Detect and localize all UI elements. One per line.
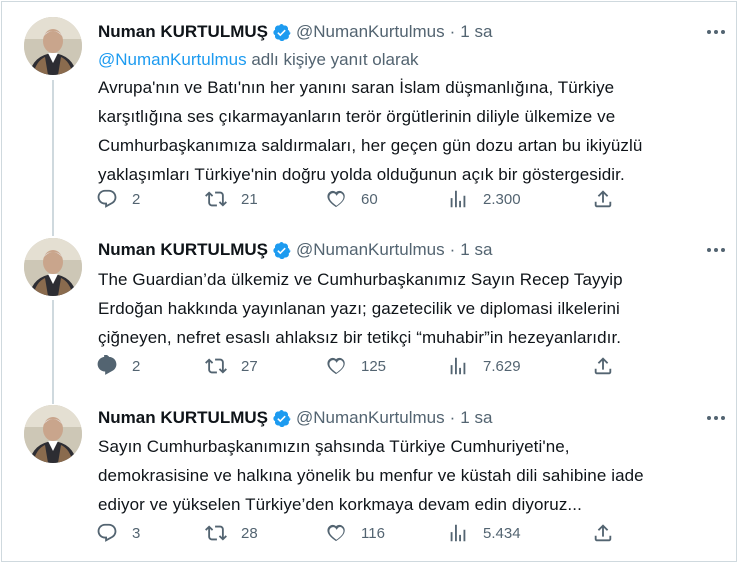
- reply-context-label: adlı kişiye yanıt olarak: [246, 50, 419, 69]
- like-count: 125: [361, 357, 387, 375]
- avatar[interactable]: [24, 238, 82, 296]
- reply-button[interactable]: 2: [96, 353, 140, 379]
- avatar[interactable]: [24, 405, 82, 463]
- retweet-icon: [205, 525, 227, 541]
- share-icon: [594, 357, 612, 375]
- avatar[interactable]: [24, 17, 82, 75]
- retweet-button[interactable]: 27: [205, 353, 258, 379]
- tweet-header: Numan KURTULMUŞ @NumanKurtulmus · 1 sa: [98, 407, 492, 429]
- retweet-count: 21: [241, 190, 258, 208]
- thread-connector: [52, 300, 54, 394]
- reply-count: 3: [132, 524, 141, 542]
- more-options-icon[interactable]: [704, 22, 728, 42]
- author-name[interactable]: Numan KURTULMUŞ: [98, 240, 268, 260]
- reply-button[interactable]: 2: [96, 186, 140, 212]
- share-icon: [594, 190, 612, 208]
- share-button[interactable]: [592, 353, 614, 379]
- verified-badge-icon: [273, 241, 291, 259]
- like-count: 60: [361, 190, 378, 208]
- retweet-count: 27: [241, 357, 258, 375]
- action-bar: 2 27 125 7.629: [96, 353, 626, 379]
- tweet-2[interactable]: Numan KURTULMUŞ @NumanKurtulmus · 1 sa T…: [0, 228, 740, 394]
- tweet-header: Numan KURTULMUŞ @NumanKurtulmus · 1 sa: [98, 239, 492, 261]
- more-options-icon[interactable]: [704, 240, 728, 260]
- reply-icon: [97, 523, 117, 542]
- views-chart-icon: [450, 190, 466, 208]
- author-name[interactable]: Numan KURTULMUŞ: [98, 22, 268, 42]
- views-count: 2.300: [483, 190, 521, 208]
- reply-context: @NumanKurtulmus adlı kişiye yanıt olarak: [98, 50, 419, 70]
- tweet-header: Numan KURTULMUŞ @NumanKurtulmus · 1 sa: [98, 21, 492, 43]
- action-bar: 2 21 60 2.300: [96, 186, 626, 212]
- separator-dot: ·: [449, 408, 456, 427]
- timestamp[interactable]: 1 sa: [460, 22, 492, 42]
- reply-mention-link[interactable]: @NumanKurtulmus: [98, 50, 247, 69]
- retweet-icon: [205, 191, 227, 207]
- views-button[interactable]: 2.300: [447, 186, 521, 212]
- separator-dot: ·: [449, 22, 456, 41]
- views-count: 7.629: [483, 357, 521, 375]
- reply-count: 2: [132, 357, 141, 375]
- reply-count: 2: [132, 190, 141, 208]
- thread-connector: [52, 80, 54, 228]
- tweet-3[interactable]: Numan KURTULMUŞ @NumanKurtulmus · 1 sa S…: [0, 394, 740, 564]
- tweet-1[interactable]: Numan KURTULMUŞ @NumanKurtulmus · 1 sa @…: [0, 0, 740, 228]
- heart-icon: [327, 524, 345, 542]
- share-button[interactable]: [592, 186, 614, 212]
- like-count: 116: [361, 524, 385, 542]
- author-handle[interactable]: @NumanKurtulmus: [296, 240, 445, 260]
- author-handle[interactable]: @NumanKurtulmus: [296, 408, 445, 428]
- reply-button[interactable]: 3: [96, 520, 140, 546]
- action-bar: 3 28 116 5.434: [96, 520, 626, 546]
- reply-icon: [97, 355, 117, 375]
- views-button[interactable]: 7.629: [447, 353, 521, 379]
- author-name[interactable]: Numan KURTULMUŞ: [98, 408, 268, 428]
- more-options-icon[interactable]: [704, 408, 728, 428]
- retweet-count: 28: [241, 524, 258, 542]
- thread-connector: [52, 394, 54, 404]
- author-handle[interactable]: @NumanKurtulmus: [296, 22, 445, 42]
- views-button[interactable]: 5.434: [447, 520, 521, 546]
- tweet-text: Avrupa'nın ve Batı'nın her yanını saran …: [98, 78, 643, 184]
- retweet-icon: [205, 358, 227, 374]
- reply-icon: [97, 189, 117, 208]
- tweet-text: Sayın Cumhurbaşkanımızın şahsında Türkiy…: [98, 437, 644, 514]
- timestamp[interactable]: 1 sa: [460, 240, 492, 260]
- like-button[interactable]: 125: [325, 353, 386, 379]
- thread-connector: [52, 228, 54, 236]
- views-chart-icon: [450, 524, 466, 542]
- share-icon: [594, 524, 612, 542]
- like-button[interactable]: 60: [325, 186, 378, 212]
- like-button[interactable]: 116: [325, 520, 385, 546]
- verified-badge-icon: [273, 23, 291, 41]
- views-chart-icon: [450, 357, 466, 375]
- verified-badge-icon: [273, 409, 291, 427]
- views-count: 5.434: [483, 524, 521, 542]
- retweet-button[interactable]: 28: [205, 520, 258, 546]
- heart-icon: [327, 357, 345, 375]
- timestamp[interactable]: 1 sa: [460, 408, 492, 428]
- retweet-button[interactable]: 21: [205, 186, 258, 212]
- tweet-text: The Guardian’da ülkemiz ve Cumhurbaşkanı…: [98, 270, 623, 347]
- heart-icon: [327, 190, 345, 208]
- share-button[interactable]: [592, 520, 614, 546]
- separator-dot: ·: [449, 240, 456, 259]
